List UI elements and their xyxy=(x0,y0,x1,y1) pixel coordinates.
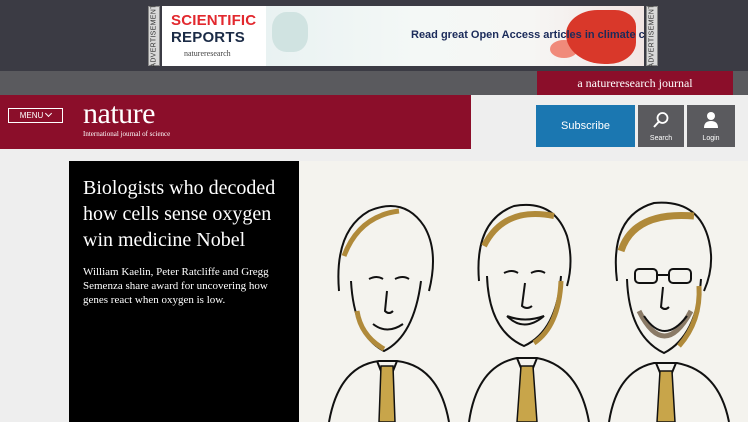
nature-logo[interactable]: nature International journal of science xyxy=(83,99,170,139)
hero-article-card[interactable]: Biologists who decoded how cells sense o… xyxy=(69,161,299,422)
login-button[interactable]: Login xyxy=(687,105,735,147)
menu-label: MENU xyxy=(19,111,44,120)
logo-tagline: International journal of science xyxy=(83,130,171,138)
search-button[interactable]: Search xyxy=(638,105,684,147)
chevron-down-icon xyxy=(45,109,53,118)
ad-brand: SCIENTIFIC REPORTS natureresearch xyxy=(162,6,266,66)
journal-tag[interactable]: a natureresearch journal xyxy=(537,71,733,95)
menu-button[interactable]: MENU xyxy=(8,108,63,123)
ad-map-image: Read great Open Access articles in clima… xyxy=(266,6,644,66)
hero-description: William Kaelin, Peter Ratcliffe and Greg… xyxy=(83,266,269,306)
ad-side-label-right: ADVERTISEMENT xyxy=(646,4,658,68)
hero-title[interactable]: Biologists who decoded how cells sense o… xyxy=(83,175,285,253)
ad-side-label-left: ADVERTISEMENT xyxy=(148,4,160,68)
search-label: Search xyxy=(649,135,673,142)
login-label: Login xyxy=(702,135,720,142)
ad-brand-line2: REPORTS xyxy=(171,29,245,46)
hero-illustration[interactable] xyxy=(299,161,748,422)
logo-word: nature xyxy=(83,97,155,130)
subscribe-button[interactable]: Subscribe xyxy=(536,105,635,147)
search-icon xyxy=(653,112,669,128)
ad-banner[interactable]: SCIENTIFIC REPORTS natureresearch Read g… xyxy=(162,6,644,66)
user-icon xyxy=(704,112,718,128)
ad-tagline: Read great Open Access articles in clima… xyxy=(411,29,644,41)
ad-brand-line1: SCIENTIFIC xyxy=(171,12,257,29)
ad-brand-line3: natureresearch xyxy=(184,49,231,58)
laureates-portrait-illustration xyxy=(328,201,730,422)
